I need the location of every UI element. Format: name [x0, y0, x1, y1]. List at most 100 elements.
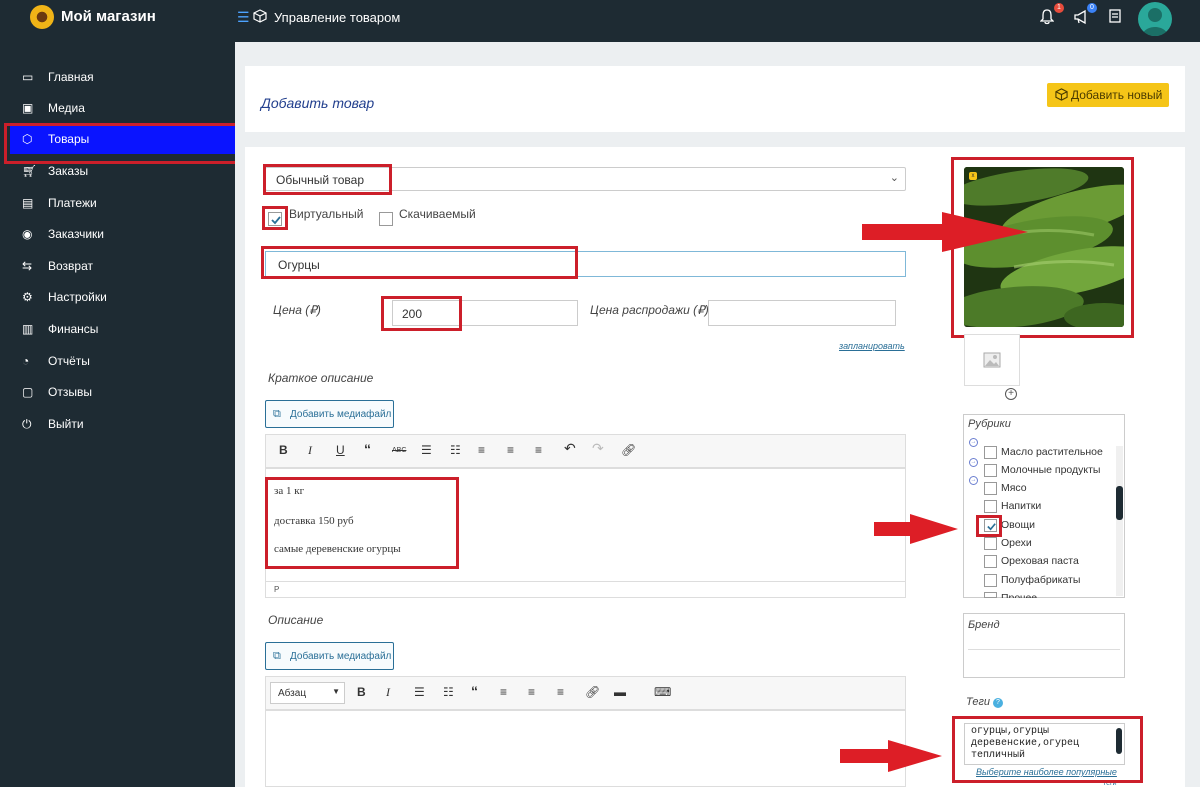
- link-icon[interactable]: 🔗︎: [585, 685, 600, 699]
- undo-icon[interactable]: ↶: [564, 440, 576, 457]
- caret-down-icon: ▼: [332, 687, 340, 696]
- category-checkbox[interactable]: [984, 500, 997, 513]
- bold-icon[interactable]: B: [279, 443, 288, 457]
- sidebar-item-label: Финансы: [48, 322, 99, 336]
- description-label: Описание: [268, 613, 324, 627]
- document-icon[interactable]: [1108, 9, 1126, 27]
- link-icon[interactable]: 🔗︎: [621, 443, 636, 457]
- expand-icon[interactable]: →: [969, 438, 978, 447]
- category-checkbox[interactable]: [984, 574, 997, 587]
- sale-price-input[interactable]: [708, 300, 896, 326]
- category-checkbox[interactable]: [984, 446, 997, 459]
- align-right-icon[interactable]: ≡: [557, 685, 564, 699]
- italic-icon[interactable]: I: [386, 685, 390, 700]
- description-editor[interactable]: [265, 710, 906, 787]
- format-select[interactable]: Абзац ▼: [270, 682, 345, 704]
- gears-icon: ⚙: [22, 290, 33, 304]
- megaphone-icon[interactable]: 0: [1073, 3, 1097, 27]
- chevron-down-icon: ⌄: [889, 172, 899, 184]
- downloadable-label: Скачиваемый: [399, 207, 476, 221]
- sidebar-item-label: Медиа: [48, 101, 85, 115]
- schedule-link[interactable]: запланировать: [839, 341, 905, 351]
- user-avatar[interactable]: [1138, 2, 1172, 36]
- category-checkbox[interactable]: [984, 537, 997, 550]
- blockquote-icon[interactable]: “: [471, 683, 478, 699]
- sidebar-item[interactable]: ▣ Медиа: [10, 93, 235, 123]
- highlight-box: [261, 246, 578, 279]
- numbered-list-icon[interactable]: ☷: [450, 443, 461, 457]
- expand-icon[interactable]: →: [969, 458, 978, 467]
- sidebar-item-label: Возврат: [48, 259, 93, 273]
- sidebar-item-label: Настройки: [48, 290, 107, 304]
- sidebar-item[interactable]: ⏻ Выйти: [10, 409, 235, 439]
- downloadable-checkbox[interactable]: [379, 212, 393, 226]
- category-checkbox[interactable]: [984, 555, 997, 568]
- italic-icon[interactable]: I: [308, 443, 312, 458]
- add-media-button[interactable]: ⧉ Добавить медиафайл: [265, 400, 394, 428]
- highlight-box: [262, 206, 288, 230]
- cube-icon: [253, 9, 267, 23]
- power-icon: ⏻: [22, 417, 32, 431]
- categories-title: Рубрики: [968, 418, 1011, 430]
- sidebar-item-label: Отзывы: [48, 385, 92, 399]
- brand-name[interactable]: Мой магазин: [61, 8, 156, 25]
- notification-badge: 1: [1054, 3, 1064, 13]
- page-title: Добавить товар: [261, 95, 375, 111]
- scrollbar-thumb[interactable]: [1116, 486, 1123, 520]
- image-icon: ▣: [22, 101, 34, 115]
- align-left-icon[interactable]: ≡: [478, 443, 485, 457]
- redo-icon[interactable]: ↷: [592, 440, 604, 457]
- sidebar-item-label: Выйти: [48, 417, 84, 431]
- sidebar-item-label: Заказы: [48, 164, 89, 178]
- money-icon: ▥: [22, 322, 34, 336]
- sidebar-item[interactable]: ▭ Главная: [10, 62, 235, 92]
- category-checkbox[interactable]: [984, 592, 997, 598]
- add-new-label: Добавить новый: [1071, 88, 1163, 102]
- align-center-icon[interactable]: ≡: [528, 685, 535, 699]
- sidebar-item[interactable]: ▤ Платежи: [10, 188, 235, 218]
- more-tag-icon[interactable]: ▬: [614, 685, 626, 699]
- expand-icon[interactable]: →: [969, 476, 978, 485]
- category-label: Масло растительное: [1001, 446, 1103, 458]
- sidebar-item-label: Заказчики: [48, 227, 104, 241]
- bullet-list-icon[interactable]: ☰: [414, 685, 425, 699]
- sidebar-item[interactable]: ◔ Отчёты: [10, 346, 235, 376]
- chart-pie-icon: ◔: [22, 354, 30, 368]
- bullet-list-icon[interactable]: ☰: [421, 443, 432, 457]
- top-bar: [0, 0, 1200, 42]
- bell-icon[interactable]: 1: [1039, 3, 1064, 27]
- tags-title: Теги: [966, 696, 991, 708]
- blockquote-icon[interactable]: “: [364, 441, 371, 457]
- keyboard-icon[interactable]: ⌨: [654, 685, 671, 699]
- sidebar-item[interactable]: ⇆ Возврат: [10, 251, 235, 281]
- highlight-box: [4, 123, 244, 164]
- sidebar-item[interactable]: ▢ Отзывы: [10, 377, 235, 407]
- align-left-icon[interactable]: ≡: [500, 685, 507, 699]
- category-label: Овощи: [1001, 519, 1035, 531]
- align-right-icon[interactable]: ≡: [535, 443, 542, 457]
- help-icon[interactable]: ?: [993, 698, 1003, 708]
- align-center-icon[interactable]: ≡: [507, 443, 514, 457]
- category-checkbox[interactable]: [984, 464, 997, 477]
- numbered-list-icon[interactable]: ☷: [443, 685, 454, 699]
- category-label: Полуфабрикаты: [1001, 574, 1081, 586]
- sidebar-item[interactable]: ⚙ Настройки: [10, 282, 235, 312]
- highlight-box: [976, 515, 1002, 537]
- category-label: Прочее: [1001, 592, 1038, 598]
- strikethrough-icon[interactable]: ABC: [392, 447, 406, 454]
- sidebar-item[interactable]: ◉ Заказчики: [10, 219, 235, 249]
- add-media-button[interactable]: ⧉ Добавить медиафайл: [265, 642, 394, 670]
- bold-icon[interactable]: B: [357, 685, 366, 699]
- sidebar-item[interactable]: ▥ Финансы: [10, 314, 235, 344]
- underline-icon[interactable]: U: [336, 443, 345, 457]
- add-new-button[interactable]: Добавить новый: [1047, 83, 1169, 107]
- categories-scrollbar[interactable]: [1116, 446, 1123, 596]
- menu-toggle-icon[interactable]: ☰: [237, 9, 250, 26]
- gallery-slot[interactable]: [964, 334, 1020, 386]
- arrow-right-icon: [862, 212, 1028, 252]
- add-image-icon[interactable]: +: [1005, 388, 1017, 400]
- arrow-right-icon: [874, 514, 958, 544]
- description-toolbar: Абзац ▼ B I ☰ ☷ “ ≡ ≡ ≡ 🔗︎ ▬ ⌨: [265, 676, 906, 710]
- category-label: Молочные продукты: [1001, 464, 1101, 476]
- category-checkbox[interactable]: [984, 482, 997, 495]
